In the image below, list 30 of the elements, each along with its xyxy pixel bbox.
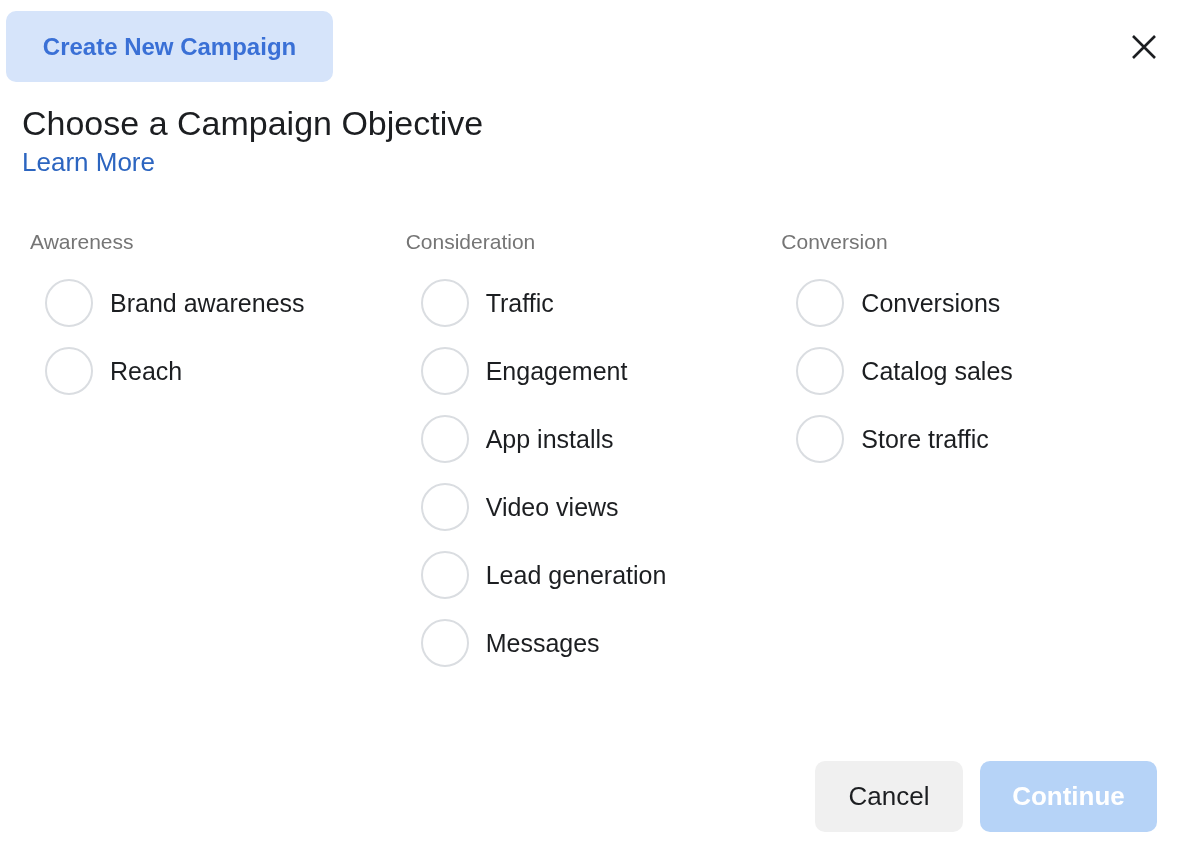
radio-button[interactable] [420,483,469,531]
learn-more-link[interactable]: Learn More [22,147,155,177]
tab[interactable]: Create New Campaign [6,11,333,82]
option-label[interactable]: Brand awareness [110,288,305,318]
radio-button[interactable] [420,551,469,599]
radio-button[interactable] [796,279,845,327]
radio-button[interactable] [45,279,93,327]
dialog-title: Choose a Campaign Objective [22,103,485,144]
option-label[interactable]: Conversions [861,288,1001,318]
group-heading: Awareness [30,229,135,255]
cancel-button[interactable]: Cancel [815,761,963,832]
radio-button[interactable] [420,415,469,463]
option-label[interactable]: Traffic [485,288,554,318]
option-label[interactable]: Catalog sales [861,356,1013,386]
option-label[interactable]: Lead generation [485,560,667,590]
close-icon[interactable] [1131,34,1157,60]
option-label[interactable]: App installs [485,424,614,454]
group-heading: Conversion [781,229,889,255]
radio-button[interactable] [796,347,845,395]
option-label[interactable]: Engagement [485,356,628,386]
group-heading: Consideration [405,229,537,255]
radio-button[interactable] [45,347,93,395]
radio-button[interactable] [420,619,469,667]
option-label[interactable]: Video views [485,492,619,522]
radio-button[interactable] [420,279,469,327]
option-label[interactable]: Reach [110,356,183,386]
option-label[interactable]: Store traffic [861,424,989,454]
option-label[interactable]: Messages [485,628,600,658]
radio-button[interactable] [796,415,845,463]
radio-button[interactable] [420,347,469,395]
